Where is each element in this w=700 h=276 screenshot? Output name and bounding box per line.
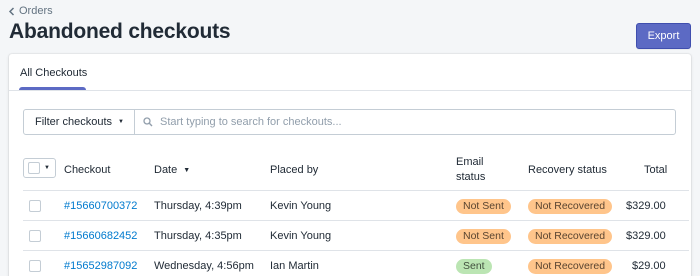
col-header-date-label: Date	[154, 164, 178, 176]
breadcrumb-link[interactable]: Orders	[19, 5, 53, 17]
table-row[interactable]: #15660700372 Thursday, 4:39pm Kevin Youn…	[9, 191, 691, 221]
chevron-left-icon	[8, 6, 15, 16]
select-all-checkbox[interactable]	[28, 162, 40, 174]
checkouts-card: All Checkouts Filter checkouts ▼ ▼ Check…	[9, 54, 691, 276]
row-checkbox[interactable]	[29, 200, 41, 212]
caret-down-icon: ▼	[118, 119, 124, 125]
recovery-status-badge: Not Recovered	[528, 258, 613, 274]
col-header-date[interactable]: Date ▼	[154, 163, 190, 178]
recovery-status-badge: Not Recovered	[528, 228, 613, 244]
search-input[interactable]	[160, 116, 660, 128]
search-field[interactable]	[134, 109, 676, 135]
email-status-cell: Not Sent	[456, 221, 511, 251]
search-icon	[143, 117, 153, 127]
caret-down-icon: ▼	[44, 165, 50, 171]
email-status-badge: Sent	[456, 258, 492, 274]
active-tab-indicator	[19, 87, 86, 90]
row-checkbox[interactable]	[29, 230, 41, 242]
table-row[interactable]: #15660682452 Thursday, 4:35pm Kevin Youn…	[9, 221, 691, 251]
email-status-badge: Not Sent	[456, 228, 511, 244]
col-header-email-status: Email status	[456, 155, 485, 185]
tab-bar: All Checkouts	[9, 54, 691, 91]
checkout-link[interactable]: #15660700372	[64, 191, 137, 221]
export-button[interactable]: Export	[636, 23, 691, 49]
email-status-cell: Sent	[456, 251, 492, 276]
total-cell: $329.00	[626, 230, 666, 242]
table-row[interactable]: #15652987092 Wednesday, 4:56pm Ian Marti…	[9, 251, 691, 276]
email-status-cell: Not Sent	[456, 191, 511, 221]
recovery-status-cell: Not Recovered	[528, 221, 613, 251]
total-cell: $329.00	[626, 200, 666, 212]
col-header-placed-by: Placed by	[270, 164, 319, 176]
col-header-checkout: Checkout	[64, 164, 111, 176]
date-cell: Thursday, 4:39pm	[154, 200, 242, 212]
total-cell: $29.00	[632, 260, 666, 272]
row-checkbox[interactable]	[29, 260, 41, 272]
placed-by-cell: Kevin Young	[270, 200, 332, 212]
col-header-email-line2: status	[456, 171, 486, 183]
recovery-status-badge: Not Recovered	[528, 198, 613, 214]
select-all-dropdown[interactable]: ▼	[23, 158, 56, 178]
recovery-status-cell: Not Recovered	[528, 251, 613, 276]
placed-by-cell: Kevin Young	[270, 230, 332, 242]
page-title: Abandoned checkouts	[9, 20, 231, 43]
col-header-email-line1: Email	[456, 156, 484, 168]
filter-checkouts-button[interactable]: Filter checkouts ▼	[23, 109, 135, 135]
checkout-link[interactable]: #15652987092	[64, 251, 137, 276]
tab-all-checkouts[interactable]: All Checkouts	[20, 54, 87, 91]
breadcrumb[interactable]: Orders	[8, 5, 53, 17]
recovery-status-cell: Not Recovered	[528, 191, 613, 221]
col-header-recovery-status: Recovery status	[528, 164, 607, 176]
filter-button-label: Filter checkouts	[35, 116, 113, 128]
col-header-total: Total	[644, 164, 668, 176]
sort-caret-down-icon: ▼	[183, 167, 191, 174]
placed-by-cell: Ian Martin	[270, 260, 319, 272]
date-cell: Thursday, 4:35pm	[154, 230, 242, 242]
date-cell: Wednesday, 4:56pm	[154, 260, 254, 272]
checkout-link[interactable]: #15660682452	[64, 221, 137, 251]
email-status-badge: Not Sent	[456, 198, 511, 214]
